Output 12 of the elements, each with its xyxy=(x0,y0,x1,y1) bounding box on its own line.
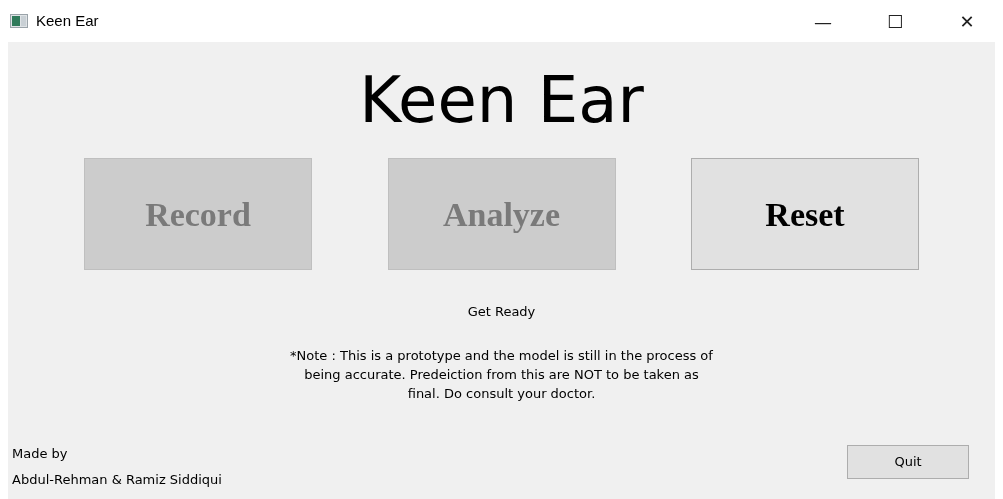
credits-text: Abdul-Rehman & Ramiz Siddiqui xyxy=(12,470,222,489)
app-icon xyxy=(10,14,28,28)
close-button[interactable]: ✕ xyxy=(931,0,1003,42)
note-text: *Note : This is a prototype and the model is still in the process of being accurate. Predeiction from this are NOT to be taken as final. Do consult your doctor. xyxy=(289,346,714,403)
action-button[interactable]: Reset xyxy=(691,158,919,270)
app-heading: Keen Ear xyxy=(359,62,644,139)
maximize-button[interactable]: ☐ xyxy=(859,0,931,42)
window-title: Keen Ear xyxy=(36,10,99,31)
quit-button[interactable]: Quit xyxy=(847,445,969,479)
credits-text: Made by xyxy=(12,445,69,463)
status-text: Get Ready xyxy=(467,303,536,321)
minimize-button[interactable]: — xyxy=(787,0,859,42)
